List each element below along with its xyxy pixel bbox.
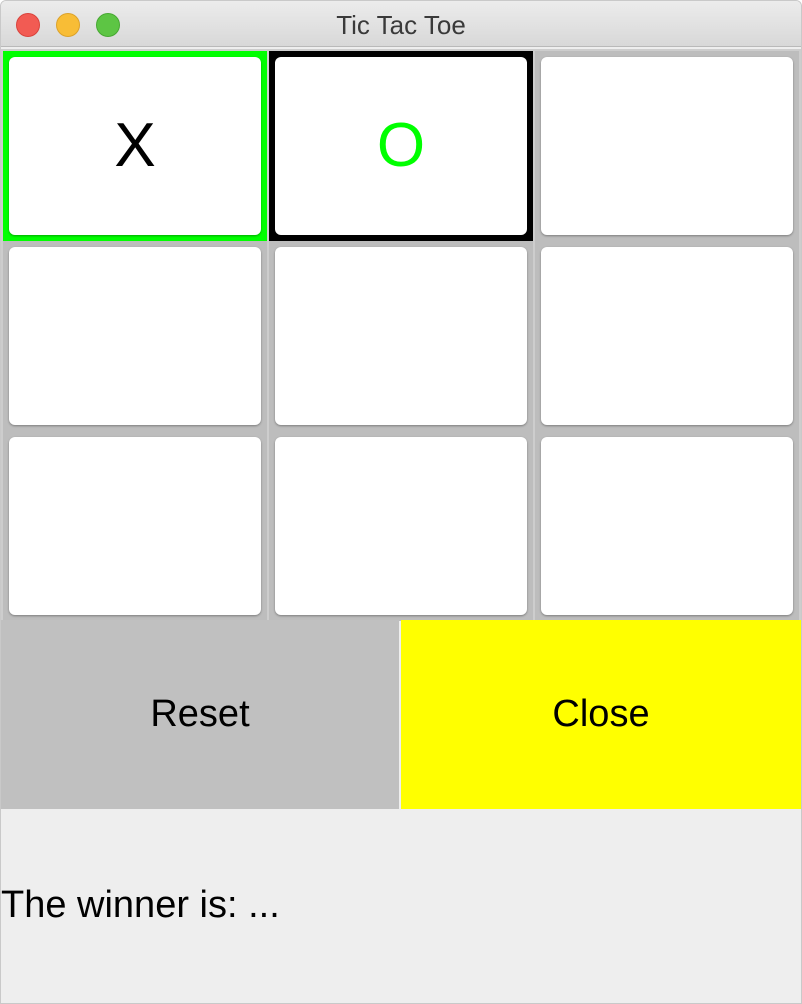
board-cell-8[interactable] bbox=[269, 431, 533, 621]
board-cell-2[interactable]: O bbox=[269, 51, 533, 241]
cell-button[interactable] bbox=[9, 437, 261, 615]
board-cell-5[interactable] bbox=[269, 241, 533, 431]
board-cell-4[interactable] bbox=[3, 241, 267, 431]
game-board: X O bbox=[1, 49, 801, 621]
board-cell-1[interactable]: X bbox=[3, 51, 267, 241]
cell-button[interactable] bbox=[541, 57, 793, 235]
cell-button[interactable] bbox=[541, 247, 793, 425]
board-cell-6[interactable] bbox=[535, 241, 799, 431]
winner-status: The winner is: ... bbox=[1, 884, 280, 926]
cell-button[interactable] bbox=[275, 437, 527, 615]
app-window: Tic Tac Toe X O Reset Close The winner i… bbox=[0, 0, 802, 1004]
window-title: Tic Tac Toe bbox=[336, 10, 466, 40]
cell-mark: O bbox=[376, 111, 426, 180]
cell-button[interactable] bbox=[275, 247, 527, 425]
close-button-label: Close bbox=[552, 693, 650, 735]
board-cell-7[interactable] bbox=[3, 431, 267, 621]
cell-button[interactable] bbox=[541, 437, 793, 615]
reset-button-label: Reset bbox=[150, 693, 250, 735]
button-row: Reset Close bbox=[1, 620, 801, 809]
cell-button[interactable]: O bbox=[275, 57, 527, 235]
board-cell-3[interactable] bbox=[535, 51, 799, 241]
close-button[interactable]: Close bbox=[401, 620, 801, 809]
cell-mark: X bbox=[114, 111, 156, 180]
cell-button[interactable] bbox=[9, 247, 261, 425]
cell-button[interactable]: X bbox=[9, 57, 261, 235]
title-bar[interactable]: Tic Tac Toe bbox=[1, 1, 801, 47]
board-cell-9[interactable] bbox=[535, 431, 799, 621]
reset-button[interactable]: Reset bbox=[1, 620, 399, 809]
